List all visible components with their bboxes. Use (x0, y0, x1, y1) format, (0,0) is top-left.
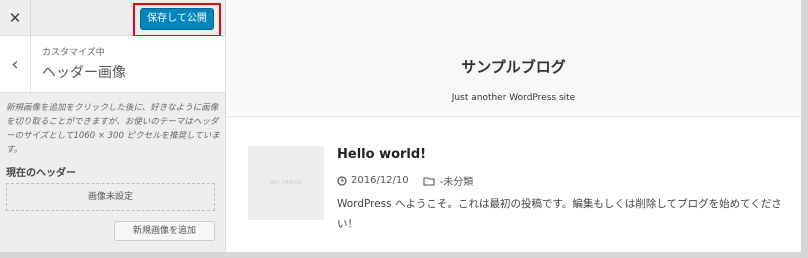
site-preview: サンプルブログ Just another WordPress site NO I… (226, 0, 801, 252)
current-header-label: 現在のヘッダー (6, 168, 76, 179)
folder-icon (423, 176, 435, 186)
close-icon: ✕ (8, 8, 22, 27)
close-button[interactable]: ✕ (0, 0, 31, 35)
post-title[interactable]: Hello world! (337, 147, 426, 162)
screenshot-bottom-shadow (0, 252, 808, 258)
post-category-text[interactable]: -未分類 (440, 173, 474, 188)
post-excerpt: WordPress へようこそ。これは最初の投稿です。編集もしくは削除してブログ… (337, 198, 782, 230)
chevron-left-icon: ‹ (11, 53, 19, 75)
current-header-placeholder: 画像未設定 (6, 183, 215, 211)
header-image-description: 新規画像を追加をクリックした後に、好きなように画像を切り取ることができますが、お… (6, 103, 220, 155)
post-date: 2016/12/10 (337, 175, 409, 186)
post-category: -未分類 (423, 173, 474, 188)
customizer-topbar: ✕ 保存して公開 (0, 0, 225, 37)
section-header: ‹ カスタマイズ中 ヘッダー画像 (0, 36, 225, 93)
site-title[interactable]: サンプルブログ (226, 56, 801, 77)
section-title: ヘッダー画像 (42, 65, 126, 81)
customizer-panel: ✕ 保存して公開 ‹ カスタマイズ中 ヘッダー画像 新規画像を追加をクリックした… (0, 0, 226, 252)
add-new-image-button[interactable]: 新規画像を追加 (114, 221, 215, 241)
save-and-publish-button[interactable]: 保存して公開 (140, 8, 214, 30)
post-meta: 2016/12/10 -未分類 (337, 173, 473, 188)
screenshot-edge-shadow (801, 0, 808, 258)
clock-icon (337, 175, 347, 186)
site-tagline: Just another WordPress site (451, 93, 576, 103)
post-thumbnail[interactable]: NO IMAGE (248, 146, 324, 220)
back-button[interactable]: ‹ (0, 36, 31, 92)
site-header: サンプルブログ Just another WordPress site (226, 0, 801, 117)
section-subtitle: カスタマイズ中 (42, 48, 105, 58)
post-date-text[interactable]: 2016/12/10 (351, 175, 409, 186)
